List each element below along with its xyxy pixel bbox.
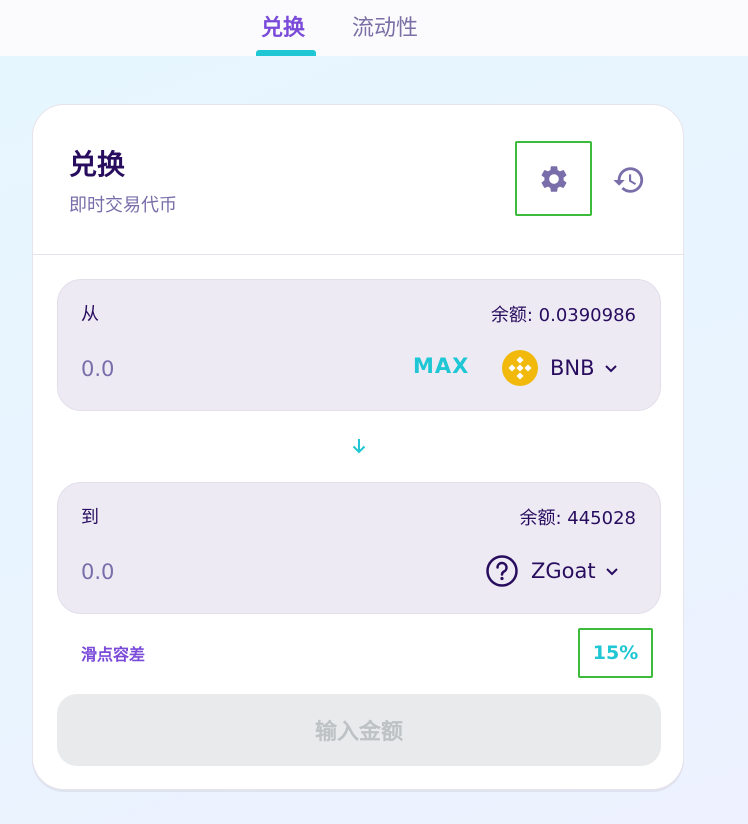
from-token-name: BNB bbox=[550, 356, 595, 380]
unknown-token-icon bbox=[485, 554, 519, 588]
from-balance-value: 0.0390986 bbox=[538, 305, 636, 326]
arrow-down-icon bbox=[350, 437, 368, 455]
to-balance-value: 445028 bbox=[567, 508, 636, 529]
to-panel: 到 余额: 445028 ZGoat bbox=[57, 482, 661, 614]
from-balance: 余额: 0.0390986 bbox=[491, 301, 636, 327]
from-token-select[interactable]: BNB bbox=[502, 348, 619, 388]
chevron-down-icon bbox=[604, 563, 620, 579]
card-header: 兑换 即时交易代币 bbox=[33, 105, 683, 255]
to-label: 到 bbox=[81, 507, 99, 528]
active-tab-indicator bbox=[256, 50, 316, 56]
chevron-down-icon bbox=[603, 360, 619, 376]
page-title: 兑换 bbox=[69, 148, 126, 181]
top-nav: 兑换 流动性 bbox=[0, 0, 748, 56]
to-token-select[interactable]: ZGoat bbox=[485, 551, 620, 591]
to-token-name: ZGoat bbox=[531, 559, 596, 583]
history-button[interactable] bbox=[610, 161, 648, 199]
enter-amount-button[interactable]: 输入金额 bbox=[57, 694, 661, 766]
from-panel: 从 余额: 0.0390986 MAX BNB bbox=[57, 279, 661, 411]
switch-direction-button[interactable] bbox=[349, 436, 369, 456]
page-subtitle: 即时交易代币 bbox=[69, 195, 177, 216]
from-amount-input[interactable] bbox=[81, 354, 281, 384]
slippage-label: 滑点容差 bbox=[81, 645, 146, 664]
to-balance: 余额: 445028 bbox=[519, 504, 636, 530]
max-button[interactable]: MAX bbox=[413, 354, 469, 378]
slippage-value[interactable]: 15% bbox=[578, 628, 653, 678]
from-balance-label: 余额: bbox=[490, 305, 533, 326]
tab-swap[interactable]: 兑换 bbox=[261, 10, 305, 42]
history-icon bbox=[612, 163, 646, 197]
to-amount-input[interactable] bbox=[81, 557, 281, 587]
bnb-logo-icon bbox=[502, 350, 538, 386]
to-balance-label: 余额: bbox=[519, 508, 562, 529]
from-label: 从 bbox=[81, 304, 99, 325]
tab-liquidity[interactable]: 流动性 bbox=[352, 10, 418, 42]
gear-icon bbox=[538, 163, 570, 195]
settings-button[interactable] bbox=[515, 141, 592, 216]
swap-card: 兑换 即时交易代币 从 余额: 0.0390986 MAX bbox=[32, 104, 684, 790]
